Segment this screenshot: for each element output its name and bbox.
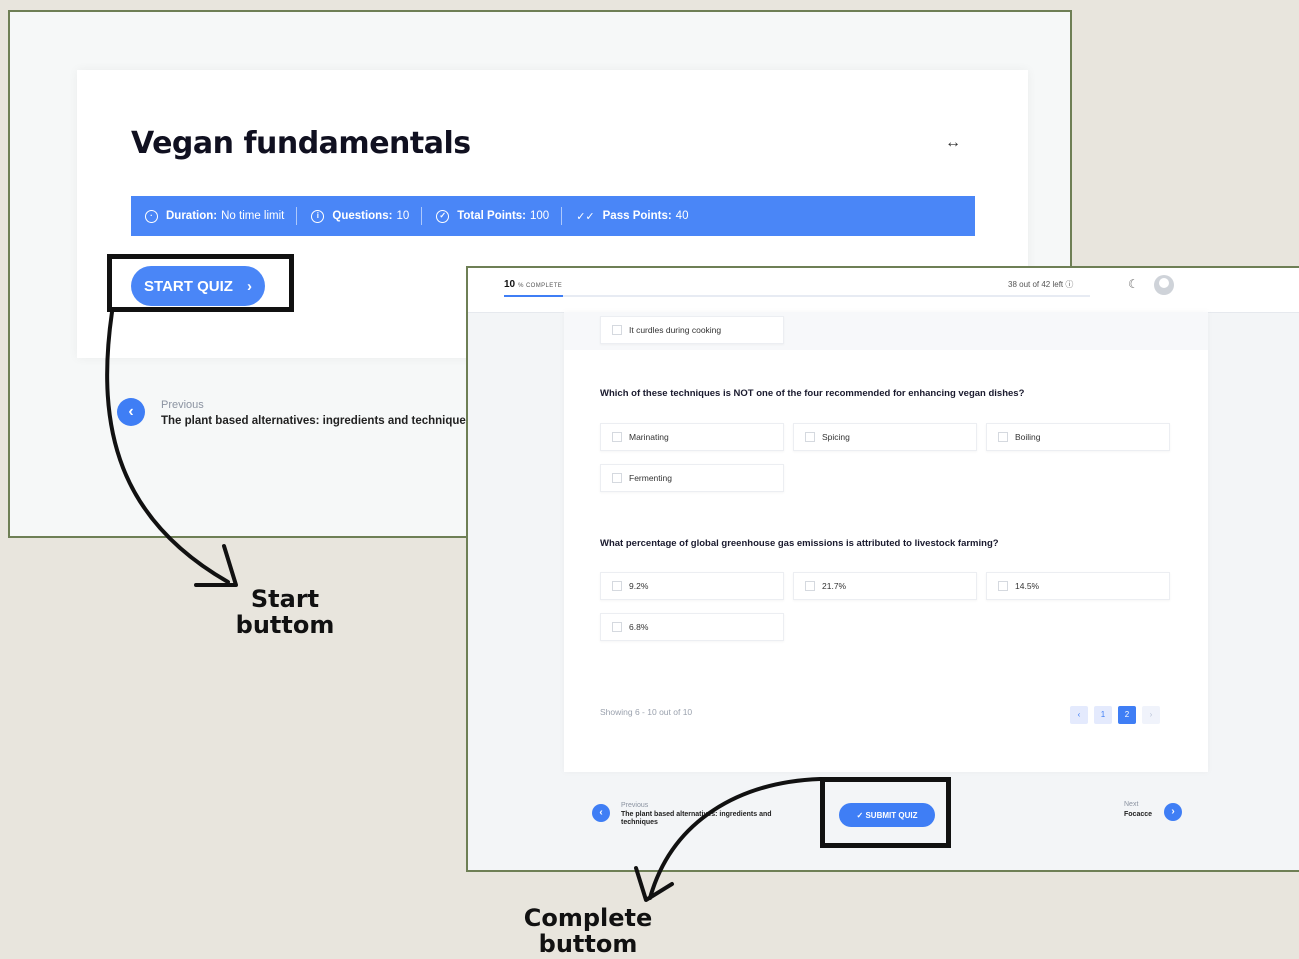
annotation-arrows — [105, 310, 822, 902]
complete-button-callout: Complete buttom — [523, 904, 653, 958]
start-button-callout: Start buttom — [235, 585, 335, 639]
